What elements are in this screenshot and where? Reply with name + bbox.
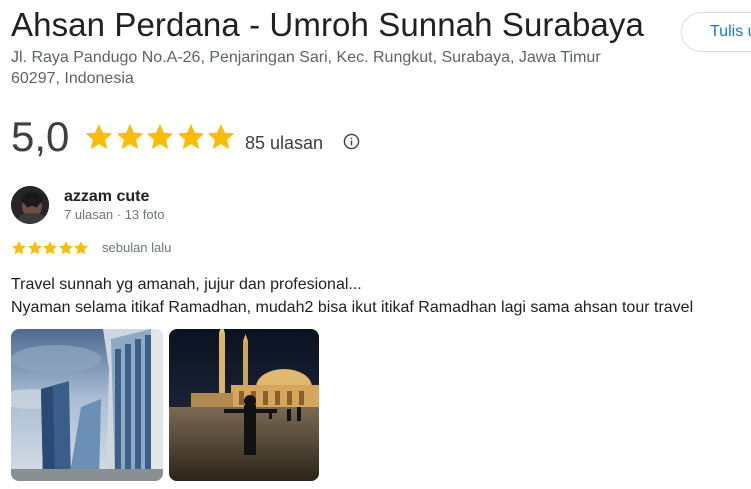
review-text: Travel sunnah yg amanah, jujur dan profe… — [11, 273, 693, 319]
star-icon — [146, 124, 174, 149]
rating-stars — [84, 122, 237, 152]
review-stars — [11, 240, 89, 256]
star-icon — [58, 241, 73, 255]
star-icon — [73, 241, 89, 255]
reviewer-avatar[interactable] — [11, 186, 49, 224]
place-title: Ahsan Perdana - Umroh Sunnah Surabaya — [11, 6, 644, 43]
address-line-1: Jl. Raya Pandugo No.A-26, Penjaringan Sa… — [11, 49, 601, 66]
star-icon — [42, 241, 58, 255]
star-icon — [27, 241, 42, 255]
star-icon — [177, 124, 204, 149]
star-icon — [207, 124, 235, 149]
star-icon — [11, 241, 27, 255]
reviewer-name[interactable]: azzam cute — [64, 187, 149, 207]
review-text-line-2: Nyaman selama itikaf Ramadhan, mudah2 bi… — [11, 299, 694, 316]
review-photo-buildings[interactable] — [11, 329, 163, 481]
review-text-line-1: Travel sunnah yg amanah, jujur dan profe… — [11, 276, 362, 293]
place-address: Jl. Raya Pandugo No.A-26, Penjaringan Sa… — [11, 47, 651, 89]
star-icon — [85, 124, 113, 149]
address-line-2: 60297, Indonesia — [11, 70, 134, 87]
reviewer-meta: 7 ulasan · 13 foto — [64, 207, 165, 222]
rating-score: 5,0 — [11, 113, 70, 160]
info-icon[interactable] — [343, 133, 360, 150]
review-time: sebulan lalu — [102, 240, 172, 255]
review-photo-mosque-night[interactable] — [169, 329, 319, 481]
place-review-panel: Ahsan Perdana - Umroh Sunnah Surabaya Tu… — [0, 0, 751, 489]
star-icon — [116, 124, 143, 149]
review-count-link[interactable]: 85 ulasan — [245, 132, 323, 154]
write-review-button[interactable]: Tulis ulasan — [681, 12, 751, 52]
